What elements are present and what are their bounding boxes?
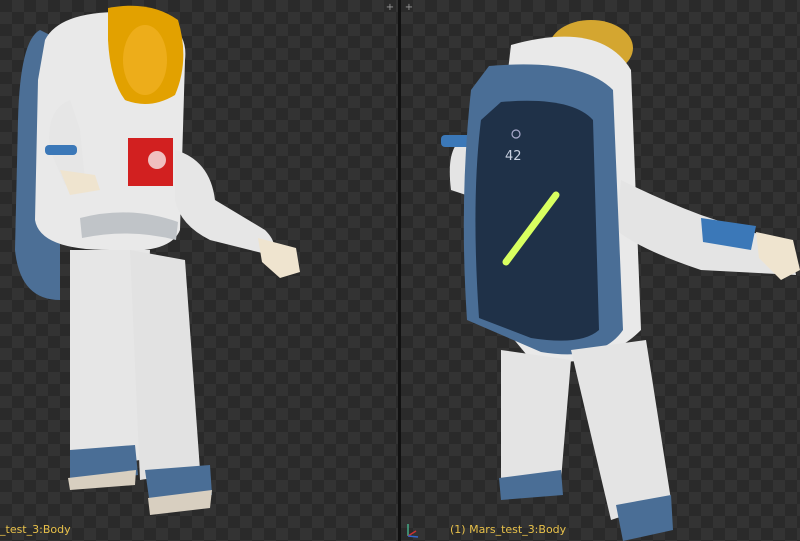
viewport-right[interactable]: 42 + (1) Mars_test_3:Body bbox=[401, 0, 800, 541]
viewport-corner-plus-icon[interactable]: + bbox=[384, 2, 396, 14]
viewport-right-object-label: (1) Mars_test_3:Body bbox=[450, 523, 567, 536]
astronaut-back-render: 42 bbox=[441, 20, 800, 541]
astronaut-front-render bbox=[15, 5, 300, 515]
viewport-left[interactable]: + _test_3:Body bbox=[0, 0, 398, 541]
axis-gizmo-icon bbox=[407, 524, 419, 538]
viewport-corner-plus-icon[interactable]: + bbox=[403, 2, 415, 14]
backpack-display-value: 42 bbox=[505, 149, 522, 164]
viewport-left-object-label: _test_3:Body bbox=[0, 523, 71, 536]
